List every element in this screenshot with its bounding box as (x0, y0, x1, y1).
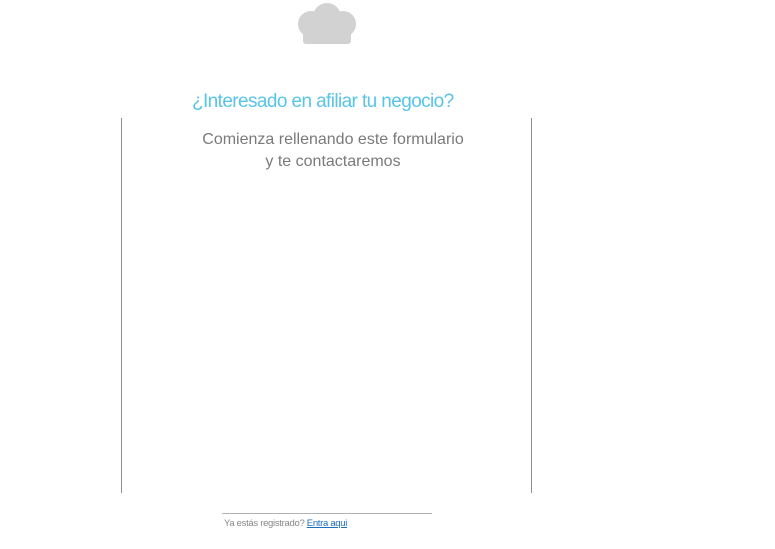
form-frame-left-border (121, 118, 122, 493)
login-prompt: Ya estás registrado? Entra aqui (224, 518, 347, 529)
affiliation-form-area (124, 178, 529, 490)
page-title: ¿Interesado en afiliar tu negocio? (192, 91, 454, 112)
chef-hat-icon (294, 2, 360, 46)
form-frame-right-border (531, 118, 532, 493)
page-subtitle: Comienza rellenando este formulario y te… (178, 129, 488, 173)
footer-divider (222, 513, 432, 514)
subtitle-line-2: y te contactaremos (265, 153, 401, 170)
login-prompt-text: Ya estás registrado? (224, 518, 305, 529)
subtitle-line-1: Comienza rellenando este formulario (202, 131, 464, 148)
login-link[interactable]: Entra aqui (307, 518, 348, 529)
